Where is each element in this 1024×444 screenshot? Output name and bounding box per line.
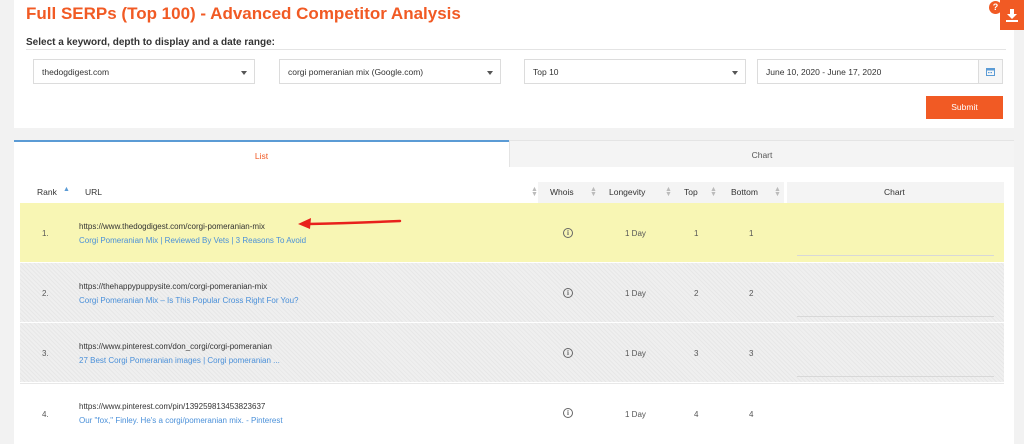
divider	[26, 49, 1006, 50]
result-title-link[interactable]: Our "fox," Finley. He's a corgi/pomerani…	[79, 416, 283, 425]
col-header-bottom[interactable]: Bottom	[731, 182, 758, 203]
result-url[interactable]: https://www.pinterest.com/pin/1392598134…	[79, 402, 265, 411]
depth-select-value: Top 10	[533, 67, 559, 77]
chevron-down-icon	[732, 71, 738, 75]
depth-select[interactable]: Top 10	[524, 59, 746, 84]
info-icon[interactable]: i	[563, 408, 573, 418]
rank-cell: 4.	[42, 410, 49, 419]
calendar-icon	[986, 68, 995, 76]
longevity-cell: 1 Day	[625, 410, 646, 419]
bottom-cell: 2	[749, 289, 754, 298]
calendar-button[interactable]	[978, 60, 1002, 83]
info-icon[interactable]: i	[563, 288, 573, 298]
sparkline	[797, 255, 994, 256]
result-url[interactable]: https://www.pinterest.com/don_corgi/corg…	[79, 342, 272, 351]
table-row[interactable]: 3. https://www.pinterest.com/don_corgi/c…	[20, 323, 1004, 382]
col-header-chart: Chart	[884, 187, 905, 197]
keyword-select[interactable]: corgi pomeranian mix (Google.com)	[279, 59, 501, 84]
annotation-arrow	[298, 218, 402, 229]
sort-icon[interactable]: ▲ ▼	[590, 186, 597, 198]
sparkline	[797, 376, 994, 377]
col-header-longevity[interactable]: Longevity	[609, 182, 645, 203]
download-icon	[1006, 9, 1018, 22]
sort-asc-icon[interactable]: ▲	[63, 186, 70, 193]
filter-instructions: Select a keyword, depth to display and a…	[26, 37, 275, 48]
project-select[interactable]: thedogdigest.com	[33, 59, 255, 84]
col-header-url[interactable]: URL	[85, 182, 102, 203]
bottom-cell: 1	[749, 229, 754, 238]
project-select-value: thedogdigest.com	[42, 67, 110, 77]
download-button[interactable]	[1000, 0, 1024, 30]
top-cell: 1	[694, 229, 699, 238]
keyword-select-value: corgi pomeranian mix (Google.com)	[288, 67, 424, 77]
chevron-down-icon	[241, 71, 247, 75]
chevron-down-icon	[487, 71, 493, 75]
top-cell: 2	[694, 289, 699, 298]
longevity-cell: 1 Day	[625, 289, 646, 298]
rank-cell: 1.	[42, 229, 49, 238]
col-header-rank[interactable]: Rank	[37, 182, 57, 203]
page-title: Full SERPs (Top 100) - Advanced Competit…	[26, 4, 461, 23]
table-row[interactable]: 4. https://www.pinterest.com/pin/1392598…	[20, 383, 1004, 444]
top-cell: 3	[694, 349, 699, 358]
sort-icon[interactable]: ▲ ▼	[665, 186, 672, 198]
result-title-link[interactable]: Corgi Pomeranian Mix – Is This Popular C…	[79, 296, 299, 305]
sort-icon[interactable]: ▲ ▼	[774, 186, 781, 198]
info-icon[interactable]: i	[563, 228, 573, 238]
result-title-link[interactable]: 27 Best Corgi Pomeranian images | Corgi …	[79, 356, 280, 365]
table-row[interactable]: 1. https://www.thedogdigest.com/corgi-po…	[20, 203, 1004, 262]
tab-chart[interactable]: Chart	[509, 140, 1014, 167]
rank-cell: 3.	[42, 349, 49, 358]
col-header-top[interactable]: Top	[684, 182, 698, 203]
result-title-link[interactable]: Corgi Pomeranian Mix | Reviewed By Vets …	[79, 236, 306, 245]
result-url[interactable]: https://thehappypuppysite.com/corgi-pome…	[79, 282, 267, 291]
col-header-whois[interactable]: Whois	[550, 182, 574, 203]
result-url[interactable]: https://www.thedogdigest.com/corgi-pomer…	[79, 222, 265, 231]
bottom-cell: 4	[749, 410, 754, 419]
rank-cell: 2.	[42, 289, 49, 298]
bottom-cell: 3	[749, 349, 754, 358]
date-range-field[interactable]: June 10, 2020 - June 17, 2020	[757, 59, 1003, 84]
submit-button[interactable]: Submit	[926, 96, 1003, 119]
top-cell: 4	[694, 410, 699, 419]
table-row[interactable]: 2. https://thehappypuppysite.com/corgi-p…	[20, 263, 1004, 322]
tab-list[interactable]: List	[14, 140, 509, 167]
longevity-cell: 1 Day	[625, 349, 646, 358]
sparkline	[797, 316, 994, 317]
sort-icon[interactable]: ▲ ▼	[710, 186, 717, 198]
longevity-cell: 1 Day	[625, 229, 646, 238]
info-icon[interactable]: i	[563, 348, 573, 358]
sort-icon[interactable]: ▲ ▼	[531, 186, 538, 198]
date-range-value: June 10, 2020 - June 17, 2020	[766, 67, 882, 77]
